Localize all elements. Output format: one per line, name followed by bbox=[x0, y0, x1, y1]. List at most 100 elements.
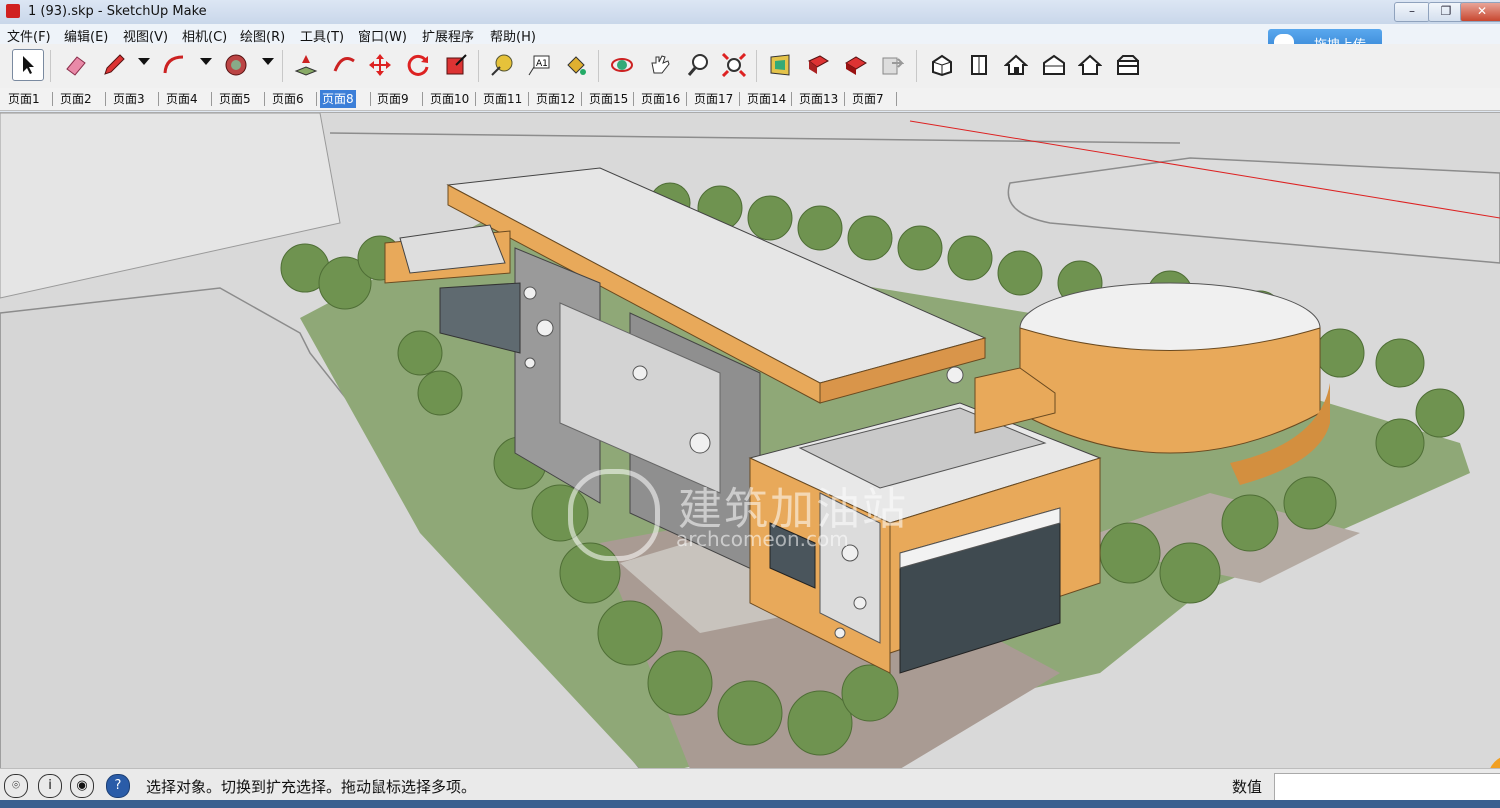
menu-tools[interactable]: 工具(T) bbox=[300, 26, 344, 45]
scene-tab[interactable]: 页面9 bbox=[375, 90, 411, 108]
menu-extensions[interactable]: 扩展程序 bbox=[422, 26, 474, 45]
extension-warehouse-button[interactable] bbox=[840, 49, 872, 81]
menu-draw[interactable]: 绘图(R) bbox=[240, 26, 285, 45]
scene-tab[interactable]: 页面13 bbox=[797, 90, 840, 108]
scene-separator bbox=[52, 92, 53, 106]
arc-icon bbox=[163, 55, 184, 74]
back-view-icon bbox=[1078, 54, 1102, 75]
menu-view[interactable]: 视图(V) bbox=[123, 26, 168, 45]
building-model-render bbox=[0, 113, 1500, 769]
scale-tool-button[interactable] bbox=[440, 49, 472, 81]
sketchup-app-icon bbox=[6, 4, 20, 18]
user-account-icon[interactable]: ◉ bbox=[70, 774, 94, 798]
push-pull-tool-button[interactable] bbox=[290, 49, 322, 81]
scene-separator bbox=[264, 92, 265, 106]
scene-tab[interactable]: 页面12 bbox=[534, 90, 577, 108]
scene-separator bbox=[844, 92, 845, 106]
follow-me-tool-button[interactable] bbox=[328, 49, 360, 81]
scene-tab[interactable]: 页面10 bbox=[428, 90, 471, 108]
os-taskbar bbox=[0, 800, 1500, 808]
send-to-layout-icon bbox=[882, 57, 904, 75]
front-view-button[interactable] bbox=[1000, 49, 1032, 81]
share-model-button[interactable] bbox=[802, 49, 834, 81]
shape-dropdown-icon[interactable] bbox=[262, 58, 274, 65]
measurements-label: 数值 bbox=[1232, 778, 1263, 796]
extension-warehouse-icon bbox=[845, 56, 867, 75]
scene-tab[interactable]: 页面16 bbox=[639, 90, 682, 108]
scene-tab[interactable]: 页面1 bbox=[6, 90, 42, 108]
select-icon bbox=[23, 56, 34, 74]
scene-tab[interactable]: 页面4 bbox=[164, 90, 200, 108]
pencil-dropdown-icon[interactable] bbox=[138, 58, 150, 65]
scene-tab[interactable]: 页面11 bbox=[481, 90, 524, 108]
back-view-button[interactable] bbox=[1074, 49, 1106, 81]
scene-tab[interactable]: 页面7 bbox=[850, 90, 886, 108]
help-icon[interactable]: ? bbox=[106, 774, 130, 798]
arc-tool-button[interactable] bbox=[158, 49, 190, 81]
scene-tabs-bar: 页面1 页面2 页面3 页面4 页面5 页面6 页面8 页面9 页面10 页面1… bbox=[0, 88, 1500, 111]
measurements-input[interactable] bbox=[1274, 773, 1500, 801]
rotate-tool-button[interactable] bbox=[402, 49, 434, 81]
scene-tab[interactable]: 页面3 bbox=[111, 90, 147, 108]
scene-separator bbox=[528, 92, 529, 106]
toolbar-separator bbox=[756, 50, 757, 82]
restore-button[interactable]: ❐ bbox=[1428, 2, 1464, 22]
scene-tab[interactable]: 页面15 bbox=[587, 90, 630, 108]
zoom-tool-button[interactable] bbox=[682, 49, 714, 81]
3d-warehouse-button[interactable] bbox=[764, 49, 796, 81]
geo-location-icon[interactable]: ⌾ bbox=[4, 774, 28, 798]
status-bar: ⌾ i ◉ ? 选择对象。切换到扩充选择。拖动鼠标选择多项。 数值 bbox=[0, 768, 1500, 801]
watermark-logo-icon bbox=[568, 469, 660, 561]
scene-tab[interactable]: 页面6 bbox=[270, 90, 306, 108]
select-tool-button[interactable] bbox=[12, 49, 44, 81]
left-view-icon bbox=[1117, 55, 1139, 75]
restore-icon: ❐ bbox=[1440, 4, 1452, 18]
scene-separator bbox=[105, 92, 106, 106]
eraser-tool-button[interactable] bbox=[60, 49, 92, 81]
iso-view-button[interactable] bbox=[926, 49, 958, 81]
close-button[interactable]: ✕ bbox=[1460, 2, 1500, 22]
top-view-icon bbox=[971, 55, 987, 75]
scene-tab[interactable]: 页面5 bbox=[217, 90, 253, 108]
pencil-tool-button[interactable] bbox=[98, 49, 130, 81]
scene-separator bbox=[211, 92, 212, 106]
model-viewport[interactable]: 建筑加油站 archcomeon.com bbox=[0, 112, 1500, 769]
tape-measure-tool-button[interactable] bbox=[486, 49, 518, 81]
pencil-icon bbox=[104, 54, 125, 75]
scene-tab[interactable]: 页面2 bbox=[58, 90, 94, 108]
credits-info-icon[interactable]: i bbox=[38, 774, 62, 798]
right-view-icon bbox=[1043, 54, 1065, 75]
tape-measure-icon bbox=[491, 54, 513, 76]
scene-tab[interactable]: 页面14 bbox=[745, 90, 788, 108]
scene-tab[interactable]: 页面17 bbox=[692, 90, 735, 108]
paint-bucket-tool-button[interactable] bbox=[560, 49, 592, 81]
toolbar-separator bbox=[282, 50, 283, 82]
menu-camera[interactable]: 相机(C) bbox=[182, 26, 227, 45]
left-view-button[interactable] bbox=[1112, 49, 1144, 81]
menu-window[interactable]: 窗口(W) bbox=[358, 26, 407, 45]
right-view-button[interactable] bbox=[1038, 49, 1070, 81]
arc-dropdown-icon[interactable] bbox=[200, 58, 212, 65]
scene-separator bbox=[581, 92, 582, 106]
scene-separator bbox=[422, 92, 423, 106]
shape-tool-button[interactable] bbox=[220, 49, 252, 81]
send-to-layout-button[interactable] bbox=[876, 49, 908, 81]
minimize-button[interactable]: – bbox=[1394, 2, 1430, 22]
move-tool-button[interactable] bbox=[364, 49, 396, 81]
shape-icon bbox=[225, 54, 247, 76]
scene-separator bbox=[633, 92, 634, 106]
paint-bucket-icon bbox=[567, 56, 586, 75]
scene-separator bbox=[791, 92, 792, 106]
3d-warehouse-icon bbox=[770, 54, 790, 76]
scene-separator bbox=[896, 92, 897, 106]
zoom-extents-tool-button[interactable] bbox=[718, 49, 750, 81]
menu-help[interactable]: 帮助(H) bbox=[490, 26, 536, 45]
menu-file[interactable]: 文件(F) bbox=[7, 26, 51, 45]
scene-tab-active[interactable]: 页面8 bbox=[320, 90, 356, 108]
toolbar-separator bbox=[598, 50, 599, 82]
pan-tool-button[interactable] bbox=[644, 49, 676, 81]
menu-edit[interactable]: 编辑(E) bbox=[64, 26, 108, 45]
text-tool-button[interactable]: A1 bbox=[522, 49, 554, 81]
orbit-tool-button[interactable] bbox=[606, 49, 638, 81]
top-view-button[interactable] bbox=[964, 49, 996, 81]
